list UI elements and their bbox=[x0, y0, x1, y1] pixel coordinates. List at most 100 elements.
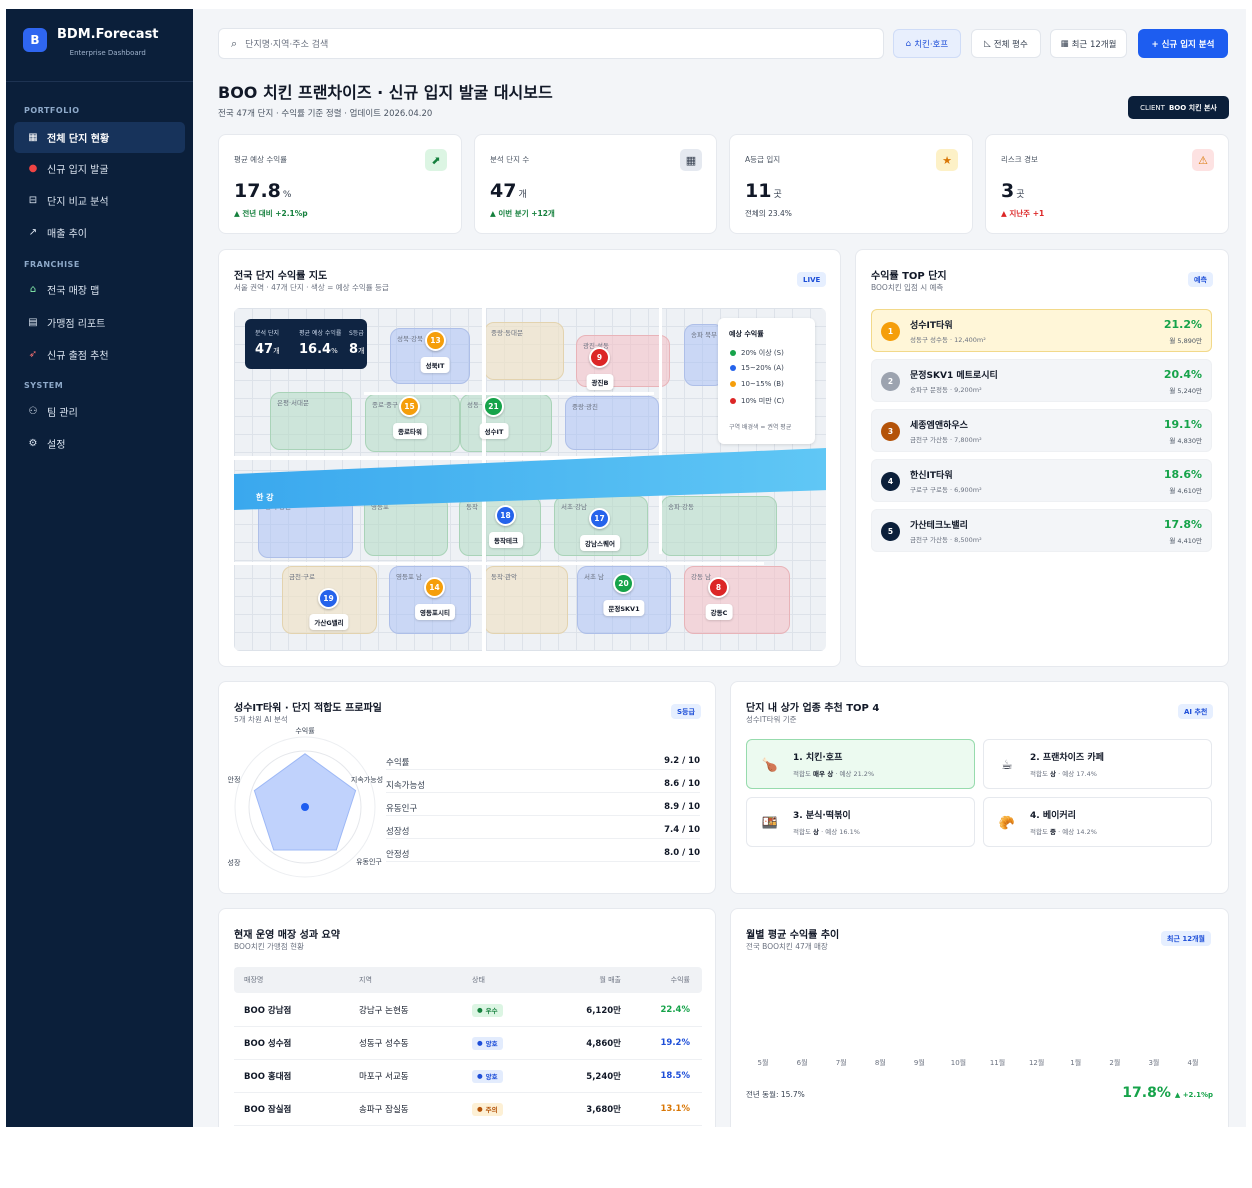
map-pin[interactable]: 20 bbox=[613, 573, 634, 594]
current-delta: ▲ +2.1%p bbox=[1174, 1091, 1213, 1099]
sidebar-item-franchise-report[interactable]: ▤ 가맹점 리포트 bbox=[14, 307, 185, 338]
top-item[interactable]: 2 문정SKV1 메트로시티 송파구 문정동 · 9,200m² 20.4% 월… bbox=[871, 359, 1212, 402]
map-pin[interactable]: 14 bbox=[424, 577, 445, 598]
radar-title: 성수IT타워 · 단지 적합도 프로파일 bbox=[234, 703, 382, 714]
map-pin[interactable]: 18 bbox=[495, 505, 516, 526]
pin-label: 종로타워 bbox=[393, 423, 427, 439]
grade-badge: S등급 bbox=[671, 704, 701, 719]
top-item[interactable]: 5 가산테크노밸리 금천구 가산동 · 8,500m² 17.8% 월 4,41… bbox=[871, 509, 1212, 552]
trend-card: 월별 평균 수익률 추이 전국 BOO치킨 47개 매장 최근 12개월 5월 6… bbox=[730, 908, 1229, 1127]
top-item[interactable]: 3 세종엠앤하우스 금천구 가산동 · 7,800m² 19.1% 월 4,83… bbox=[871, 409, 1212, 452]
map-zone[interactable]: 송파·강동 bbox=[661, 496, 777, 556]
map-pin[interactable]: 17 bbox=[589, 508, 610, 529]
sidebar-item-sales-trend[interactable]: ↗ 매출 추이 bbox=[14, 217, 185, 248]
top-item-pct: 19.1% bbox=[1163, 418, 1202, 431]
store-name: BOO 홍대점 bbox=[244, 1072, 292, 1082]
page-subtitle: 전국 47개 단지 · 수익률 기준 정렬 · 업데이트 2026.04.20 bbox=[218, 109, 433, 119]
ai-badge: AI 추천 bbox=[1178, 704, 1214, 719]
map-pin[interactable]: 21 bbox=[483, 396, 504, 417]
sidebar-item-settings[interactable]: ⚙ 설정 bbox=[14, 428, 185, 459]
filter-area-button[interactable]: ◺ 전체 평수 bbox=[971, 29, 1041, 58]
new-analysis-button[interactable]: + 신규 입지 분석 bbox=[1138, 29, 1228, 58]
radar-axis-label: 지속가능성 bbox=[351, 775, 383, 784]
brand[interactable]: B BDM.Forecast Enterprise Dashboard bbox=[6, 9, 193, 82]
map-zone[interactable]: 강동 남 bbox=[684, 566, 790, 634]
section-franchise: FRANCHISE bbox=[24, 260, 80, 269]
rank-badge: 5 bbox=[881, 522, 900, 541]
column-header[interactable]: 월 매출 bbox=[564, 967, 621, 993]
kpi-label: 분석 단지 수 bbox=[490, 155, 530, 164]
client-name: BOO 치킨 본사 bbox=[1168, 103, 1217, 112]
period-badge: 최근 12개월 bbox=[1161, 931, 1211, 946]
status-cell: ● 우수 bbox=[472, 994, 503, 1026]
profit-map[interactable]: 성북·강북 중랑·동대문 광진·성동 송파 북부 은평·서대문 종로·중구 성동… bbox=[234, 308, 826, 651]
table-row[interactable]: BOO 잠실점 송파구 잠실동 ● 주의 3,680만 13.1% bbox=[234, 1093, 702, 1126]
map-zone[interactable]: 동작·관악 bbox=[484, 566, 568, 634]
legend-item: 10% 미만 (C) bbox=[730, 396, 784, 406]
recommend-item[interactable]: 🍗 1. 치킨·호프 적합도 매우 상 · 예상 21.2% bbox=[746, 739, 975, 789]
stat-value: 47개 bbox=[255, 342, 280, 357]
column-header[interactable]: 지역 bbox=[359, 967, 372, 993]
radar-axis-label: 성장 bbox=[228, 858, 241, 867]
table-row[interactable]: BOO 강남점 강남구 논현동 ● 우수 6,120만 22.4% bbox=[234, 994, 702, 1027]
map-zone[interactable]: 은평·서대문 bbox=[270, 392, 352, 450]
sidebar-item-all-complexes[interactable]: ▦ 전체 단지 현황 bbox=[14, 122, 185, 153]
map-zone[interactable]: 영등포 남 bbox=[389, 566, 471, 634]
map-stats-panel: 분석 단지 평균 예상 수익률 S등급 47개 16.4% 8개 bbox=[245, 319, 367, 369]
sidebar-item-recommend[interactable]: ➶ 신규 출점 추천 bbox=[14, 339, 185, 370]
forecast-badge: 예측 bbox=[1188, 272, 1213, 287]
pin-label: 성수IT bbox=[479, 423, 509, 439]
kpi-label: 평균 예상 수익률 bbox=[234, 155, 288, 164]
page-title: BOO 치킨 프랜차이즈 · 신규 입지 발굴 대시보드 bbox=[218, 83, 553, 102]
building-icon: ▦ bbox=[680, 149, 702, 171]
sidebar-item-new-location[interactable]: ● 신규 입지 발굴 bbox=[14, 153, 185, 184]
radar-chart: 수익률 지속가능성 유동인구 성장 안정 bbox=[228, 727, 383, 878]
map-zone[interactable]: 중랑·광진 bbox=[565, 396, 659, 450]
map-pin[interactable]: 19 bbox=[318, 588, 339, 609]
recommend-fit: 적합도 중 · 예상 14.2% bbox=[1030, 828, 1097, 836]
map-pin[interactable]: 8 bbox=[708, 577, 729, 598]
column-header[interactable]: 상태 bbox=[472, 967, 485, 993]
month-label: 2월 bbox=[1109, 1059, 1121, 1067]
current-value: 17.8% ▲ +2.1%p bbox=[1122, 1085, 1213, 1101]
client-badge: CLIENT BOO 치킨 본사 bbox=[1128, 96, 1229, 119]
filter-period-button[interactable]: ▦ 최근 12개월 bbox=[1050, 29, 1127, 58]
status-cell: ● 양호 bbox=[472, 1027, 503, 1059]
table-row[interactable]: BOO 홍대점 마포구 서교동 ● 양호 5,240만 18.5% bbox=[234, 1060, 702, 1093]
kpi-card-avg-return: 평균 예상 수익률 ⬈ 17.8% ▲ 전년 대비 +2.1%p bbox=[218, 134, 462, 234]
column-header[interactable]: 수익률 bbox=[634, 967, 690, 993]
sidebar-item-team[interactable]: ⚇ 팀 관리 bbox=[14, 396, 185, 427]
recommend-card: 단지 내 상가 업종 추천 TOP 4 성수IT타워 기준 AI 추천 🍗 1.… bbox=[730, 681, 1229, 894]
status-badge: ● 주의 bbox=[472, 1102, 503, 1116]
kpi-delta: ▲ 지난주 +1 bbox=[1001, 209, 1045, 218]
status-badge: ● 우수 bbox=[472, 1003, 503, 1017]
sidebar-item-store-map[interactable]: ⌂ 전국 매장 맵 bbox=[14, 274, 185, 305]
column-header[interactable]: 매장명 bbox=[244, 967, 263, 993]
ruler-icon: ◺ bbox=[984, 38, 991, 49]
top-item-sub: 구로구 구로동 · 6,900m² bbox=[910, 486, 982, 494]
recommend-item[interactable]: 🥐 4. 베이커리 적합도 중 · 예상 14.2% bbox=[983, 797, 1212, 847]
recommend-item[interactable]: 🍱 3. 분식·떡볶이 적합도 상 · 예상 16.1% bbox=[746, 797, 975, 847]
sidebar-item-compare[interactable]: ⊟ 단지 비교 분석 bbox=[14, 185, 185, 216]
recommend-item[interactable]: ☕ 2. 프랜차이즈 카페 적합도 상 · 예상 17.4% bbox=[983, 739, 1212, 789]
chart-icon: ↗ bbox=[28, 227, 38, 238]
current-rate: 17.8% bbox=[1122, 1085, 1171, 1101]
table-row[interactable]: BOO 성수점 성동구 성수동 ● 양호 4,860만 19.2% bbox=[234, 1027, 702, 1060]
map-pin[interactable]: 9 bbox=[589, 347, 610, 368]
previous-year-value: 전년 동월: 15.7% bbox=[746, 1090, 805, 1099]
search-input[interactable]: ⌕ 단지명·지역·주소 검색 bbox=[218, 28, 884, 59]
map-pin[interactable]: 13 bbox=[425, 330, 446, 351]
legend-footnote: 구역 배경색 = 권역 평균 bbox=[729, 424, 792, 431]
kpi-card-risk: 리스크 경보 ⚠ 3곳 ▲ 지난주 +1 bbox=[985, 134, 1229, 234]
radar-center bbox=[301, 803, 309, 811]
recommend-name: 4. 베이커리 bbox=[1030, 811, 1076, 821]
pin-label: 영등포시티 bbox=[415, 604, 455, 620]
map-pin[interactable]: 15 bbox=[399, 396, 420, 417]
top-item[interactable]: 1 성수IT타워 성동구 성수동 · 12,400m² 21.2% 월 5,89… bbox=[871, 309, 1212, 352]
map-zone[interactable]: 중랑·동대문 bbox=[484, 322, 564, 380]
filter-category-button[interactable]: ⌂ 치킨·호프 bbox=[893, 29, 961, 58]
top-item[interactable]: 4 한신IT타워 구로구 구로동 · 6,900m² 18.6% 월 4,610… bbox=[871, 459, 1212, 502]
filter-area-label: 전체 평수 bbox=[993, 39, 1028, 50]
store-rate: 22.4% bbox=[660, 1005, 691, 1015]
score-row: 성장성 7.4 / 10 bbox=[386, 825, 700, 839]
